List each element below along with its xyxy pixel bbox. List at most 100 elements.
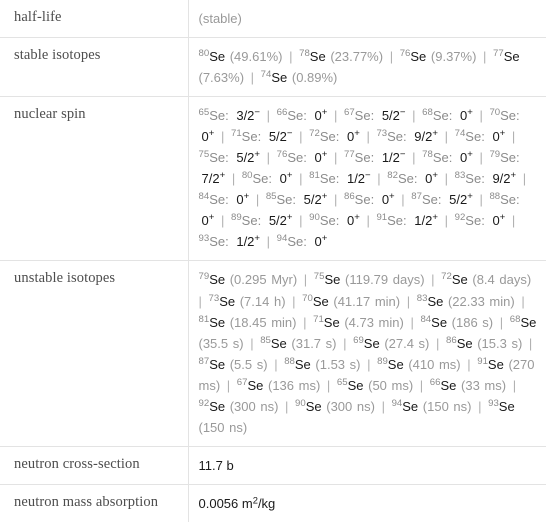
spin-isotope-symbol: 73Se: <box>376 128 407 145</box>
mass-number: 76 <box>276 149 288 161</box>
mass-number: 73 <box>208 292 220 304</box>
spin-value: 5/2− <box>381 107 406 124</box>
isotope-symbol: 79Se <box>199 272 226 287</box>
mass-number: 92 <box>198 397 210 409</box>
spin-isotope-symbol: 91Se: <box>376 212 407 229</box>
list-separator: | <box>246 70 259 86</box>
spin-value: 1/2+ <box>414 212 438 229</box>
spin-value: 0+ <box>381 191 395 208</box>
list-separator: | <box>372 171 386 187</box>
unstable-isotope-entry: 84Se (186 s) <box>420 314 493 329</box>
isotope-symbol: 87Se <box>199 356 226 371</box>
mass-number: 86 <box>343 191 355 203</box>
spin-value: 3/2− <box>236 107 261 124</box>
list-separator: | <box>396 192 410 208</box>
spin-value: 5/2− <box>268 128 293 145</box>
mass-number: 78 <box>422 149 433 161</box>
list-separator: | <box>251 192 264 208</box>
spin-value: 0+ <box>314 233 328 250</box>
list-separator: | <box>284 49 298 65</box>
mass-number: 93 <box>198 233 210 245</box>
isotope-symbol: 90Se <box>295 398 322 413</box>
list-separator: | <box>405 314 419 330</box>
list-separator: | <box>216 213 229 229</box>
spin-value: 5/2+ <box>303 191 328 208</box>
isotope-symbol: 77Se <box>493 49 520 64</box>
isotope-detail: (150 ns) <box>198 419 248 435</box>
list-separator: | <box>245 335 259 351</box>
list-separator: | <box>361 213 375 229</box>
spin-value: 0+ <box>346 128 360 145</box>
mass-number: 70 <box>302 292 313 304</box>
spin-isotope-symbol: 90Se: <box>309 212 340 229</box>
spin-value: 0+ <box>346 212 360 229</box>
spin-isotope-symbol: 66Se: <box>276 107 307 124</box>
list-separator: | <box>294 213 308 229</box>
row-label-stable-isotopes: stable isotopes <box>0 37 188 97</box>
spin-isotope-symbol: 86Se: <box>343 191 375 208</box>
spin-isotope-symbol: 84Se: <box>198 191 229 208</box>
isotope-detail: (410 ms) <box>403 356 461 372</box>
list-separator: | <box>329 150 342 166</box>
isotope-detail: (22.33 min) <box>443 293 515 309</box>
isotope-detail: (0.295 Myr) <box>225 272 298 288</box>
spin-value: 1/2+ <box>236 233 261 250</box>
list-separator: | <box>407 108 421 124</box>
isotope-detail: (300 ns) <box>321 398 375 414</box>
mass-number: 73 <box>376 128 388 140</box>
list-separator: | <box>385 49 398 65</box>
spin-isotope-symbol: 65Se: <box>198 107 229 124</box>
element-symbol: Se <box>247 377 264 393</box>
isotope-detail: (136 ms) <box>263 377 321 393</box>
unstable-isotope-entry: 88Se (1.53 s) <box>284 356 360 371</box>
spin-isotope-symbol: 80Se: <box>241 170 273 187</box>
list-separator: | <box>329 192 342 208</box>
list-separator: | <box>280 398 294 414</box>
list-separator: | <box>415 377 428 393</box>
spin-value: 7/2+ <box>201 170 226 187</box>
mass-number: 85 <box>260 334 271 346</box>
isotope-symbol: 84Se <box>420 314 447 329</box>
isotope-detail: (4.73 min) <box>339 314 404 330</box>
mass-number: 94 <box>391 397 403 409</box>
spin-value: 1/2− <box>381 149 406 166</box>
list-separator: | <box>474 108 488 124</box>
spin-isotope-symbol: 72Se: <box>309 128 340 145</box>
isotope-detail: (31.7 s) <box>286 335 337 351</box>
row-label-unstable-isotopes: unstable isotopes <box>0 260 188 447</box>
isotope-symbol: 73Se <box>208 292 236 308</box>
spin-isotope-symbol: 74Se: <box>454 128 485 145</box>
mass-number: 75 <box>198 149 210 161</box>
element-symbol: Se <box>209 49 226 65</box>
list-separator: | <box>518 171 527 187</box>
isotope-symbol: 74Se <box>261 70 288 85</box>
mass-number: 89 <box>230 212 242 224</box>
mass-number: 91 <box>477 355 488 367</box>
isotope-properties-table: half-life (stable) stable isotopes 80Se … <box>0 0 546 522</box>
mass-number: 71 <box>230 128 242 140</box>
element-symbol: Se <box>402 398 419 414</box>
list-separator: | <box>474 192 488 208</box>
isotope-detail: (119.79 days) <box>340 272 425 288</box>
spin-value: 5/2+ <box>449 191 473 208</box>
unstable-isotope-entry: 65Se (50 ms) <box>337 377 413 392</box>
row-label-half-life: half-life <box>14 9 62 25</box>
isotope-detail: (300 ns) <box>225 398 279 414</box>
isotope-symbol: 65Se <box>337 377 364 392</box>
list-separator: | <box>216 129 229 145</box>
element-symbol: Se <box>209 398 226 414</box>
list-separator: | <box>439 129 453 145</box>
list-separator: | <box>507 213 516 229</box>
spin-value: 5/2+ <box>236 149 261 166</box>
spin-parity: + <box>286 212 293 224</box>
list-separator: | <box>439 213 453 229</box>
element-symbol: Se <box>209 314 226 330</box>
mass-number: 65 <box>198 107 210 119</box>
list-separator: | <box>516 293 525 309</box>
table-body: half-life (stable) stable isotopes 80Se … <box>0 0 546 522</box>
mass-number: 85 <box>265 191 277 203</box>
mass-number: 74 <box>454 128 466 140</box>
nuclear-spin-list: 65Se: 3/2− | 66Se: 0+ | 67Se: 5/2− | 68S… <box>198 107 529 250</box>
list-separator: | <box>376 398 390 414</box>
isotope-symbol: 89Se <box>377 356 404 371</box>
